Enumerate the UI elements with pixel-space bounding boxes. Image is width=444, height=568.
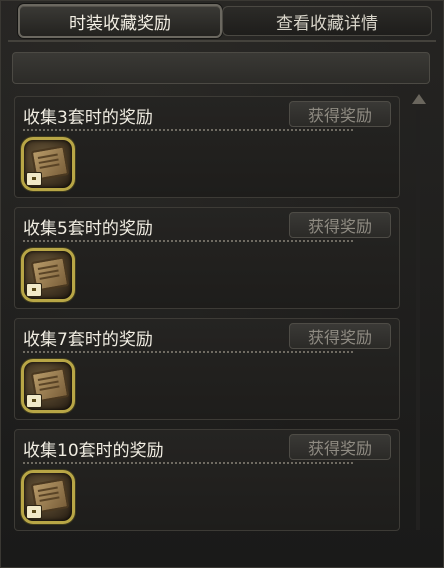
chest-badge-icon: [26, 394, 42, 408]
claim-reward-button[interactable]: 获得奖励: [289, 101, 391, 127]
reward-title: 收集5套时的奖励: [23, 219, 153, 239]
scroll-track[interactable]: [416, 110, 420, 530]
chest-badge-icon: [26, 505, 42, 519]
tab-label: 查看收藏详情: [276, 13, 378, 34]
scroll-up-icon[interactable]: [412, 94, 426, 104]
chest-badge-icon: [26, 172, 42, 186]
tab-view-collection-details[interactable]: 查看收藏详情: [222, 6, 432, 36]
dotted-divider: [23, 351, 353, 353]
dotted-divider: [23, 240, 353, 242]
reward-card: 收集3套时的奖励 获得奖励: [14, 96, 400, 198]
claim-reward-button[interactable]: 获得奖励: [289, 323, 391, 349]
reward-scroll-icon[interactable]: [21, 470, 75, 524]
scrollbar[interactable]: [408, 92, 428, 532]
reward-scroll-icon[interactable]: [21, 248, 75, 302]
info-bar: [12, 52, 430, 84]
tab-label: 时装收藏奖励: [69, 13, 171, 34]
reward-title: 收集10套时的奖励: [23, 441, 164, 461]
window-frame: 时装收藏奖励 查看收藏详情 收集3套时的奖励 获得奖励 收集5套时的奖励 获得奖…: [0, 0, 444, 568]
reward-scroll-icon[interactable]: [21, 359, 75, 413]
dotted-divider: [23, 462, 353, 464]
tab-divider: [8, 40, 436, 42]
tab-bar: 时装收藏奖励 查看收藏详情: [8, 4, 436, 44]
reward-title: 收集3套时的奖励: [23, 108, 153, 128]
reward-card: 收集5套时的奖励 获得奖励: [14, 207, 400, 309]
reward-title: 收集7套时的奖励: [23, 330, 153, 350]
reward-scroll-icon[interactable]: [21, 137, 75, 191]
claim-reward-button[interactable]: 获得奖励: [289, 212, 391, 238]
reward-card: 收集10套时的奖励 获得奖励: [14, 429, 400, 531]
claim-reward-button[interactable]: 获得奖励: [289, 434, 391, 460]
reward-card: 收集7套时的奖励 获得奖励: [14, 318, 400, 420]
dotted-divider: [23, 129, 353, 131]
chest-badge-icon: [26, 283, 42, 297]
tab-fashion-collection-rewards[interactable]: 时装收藏奖励: [18, 4, 222, 38]
